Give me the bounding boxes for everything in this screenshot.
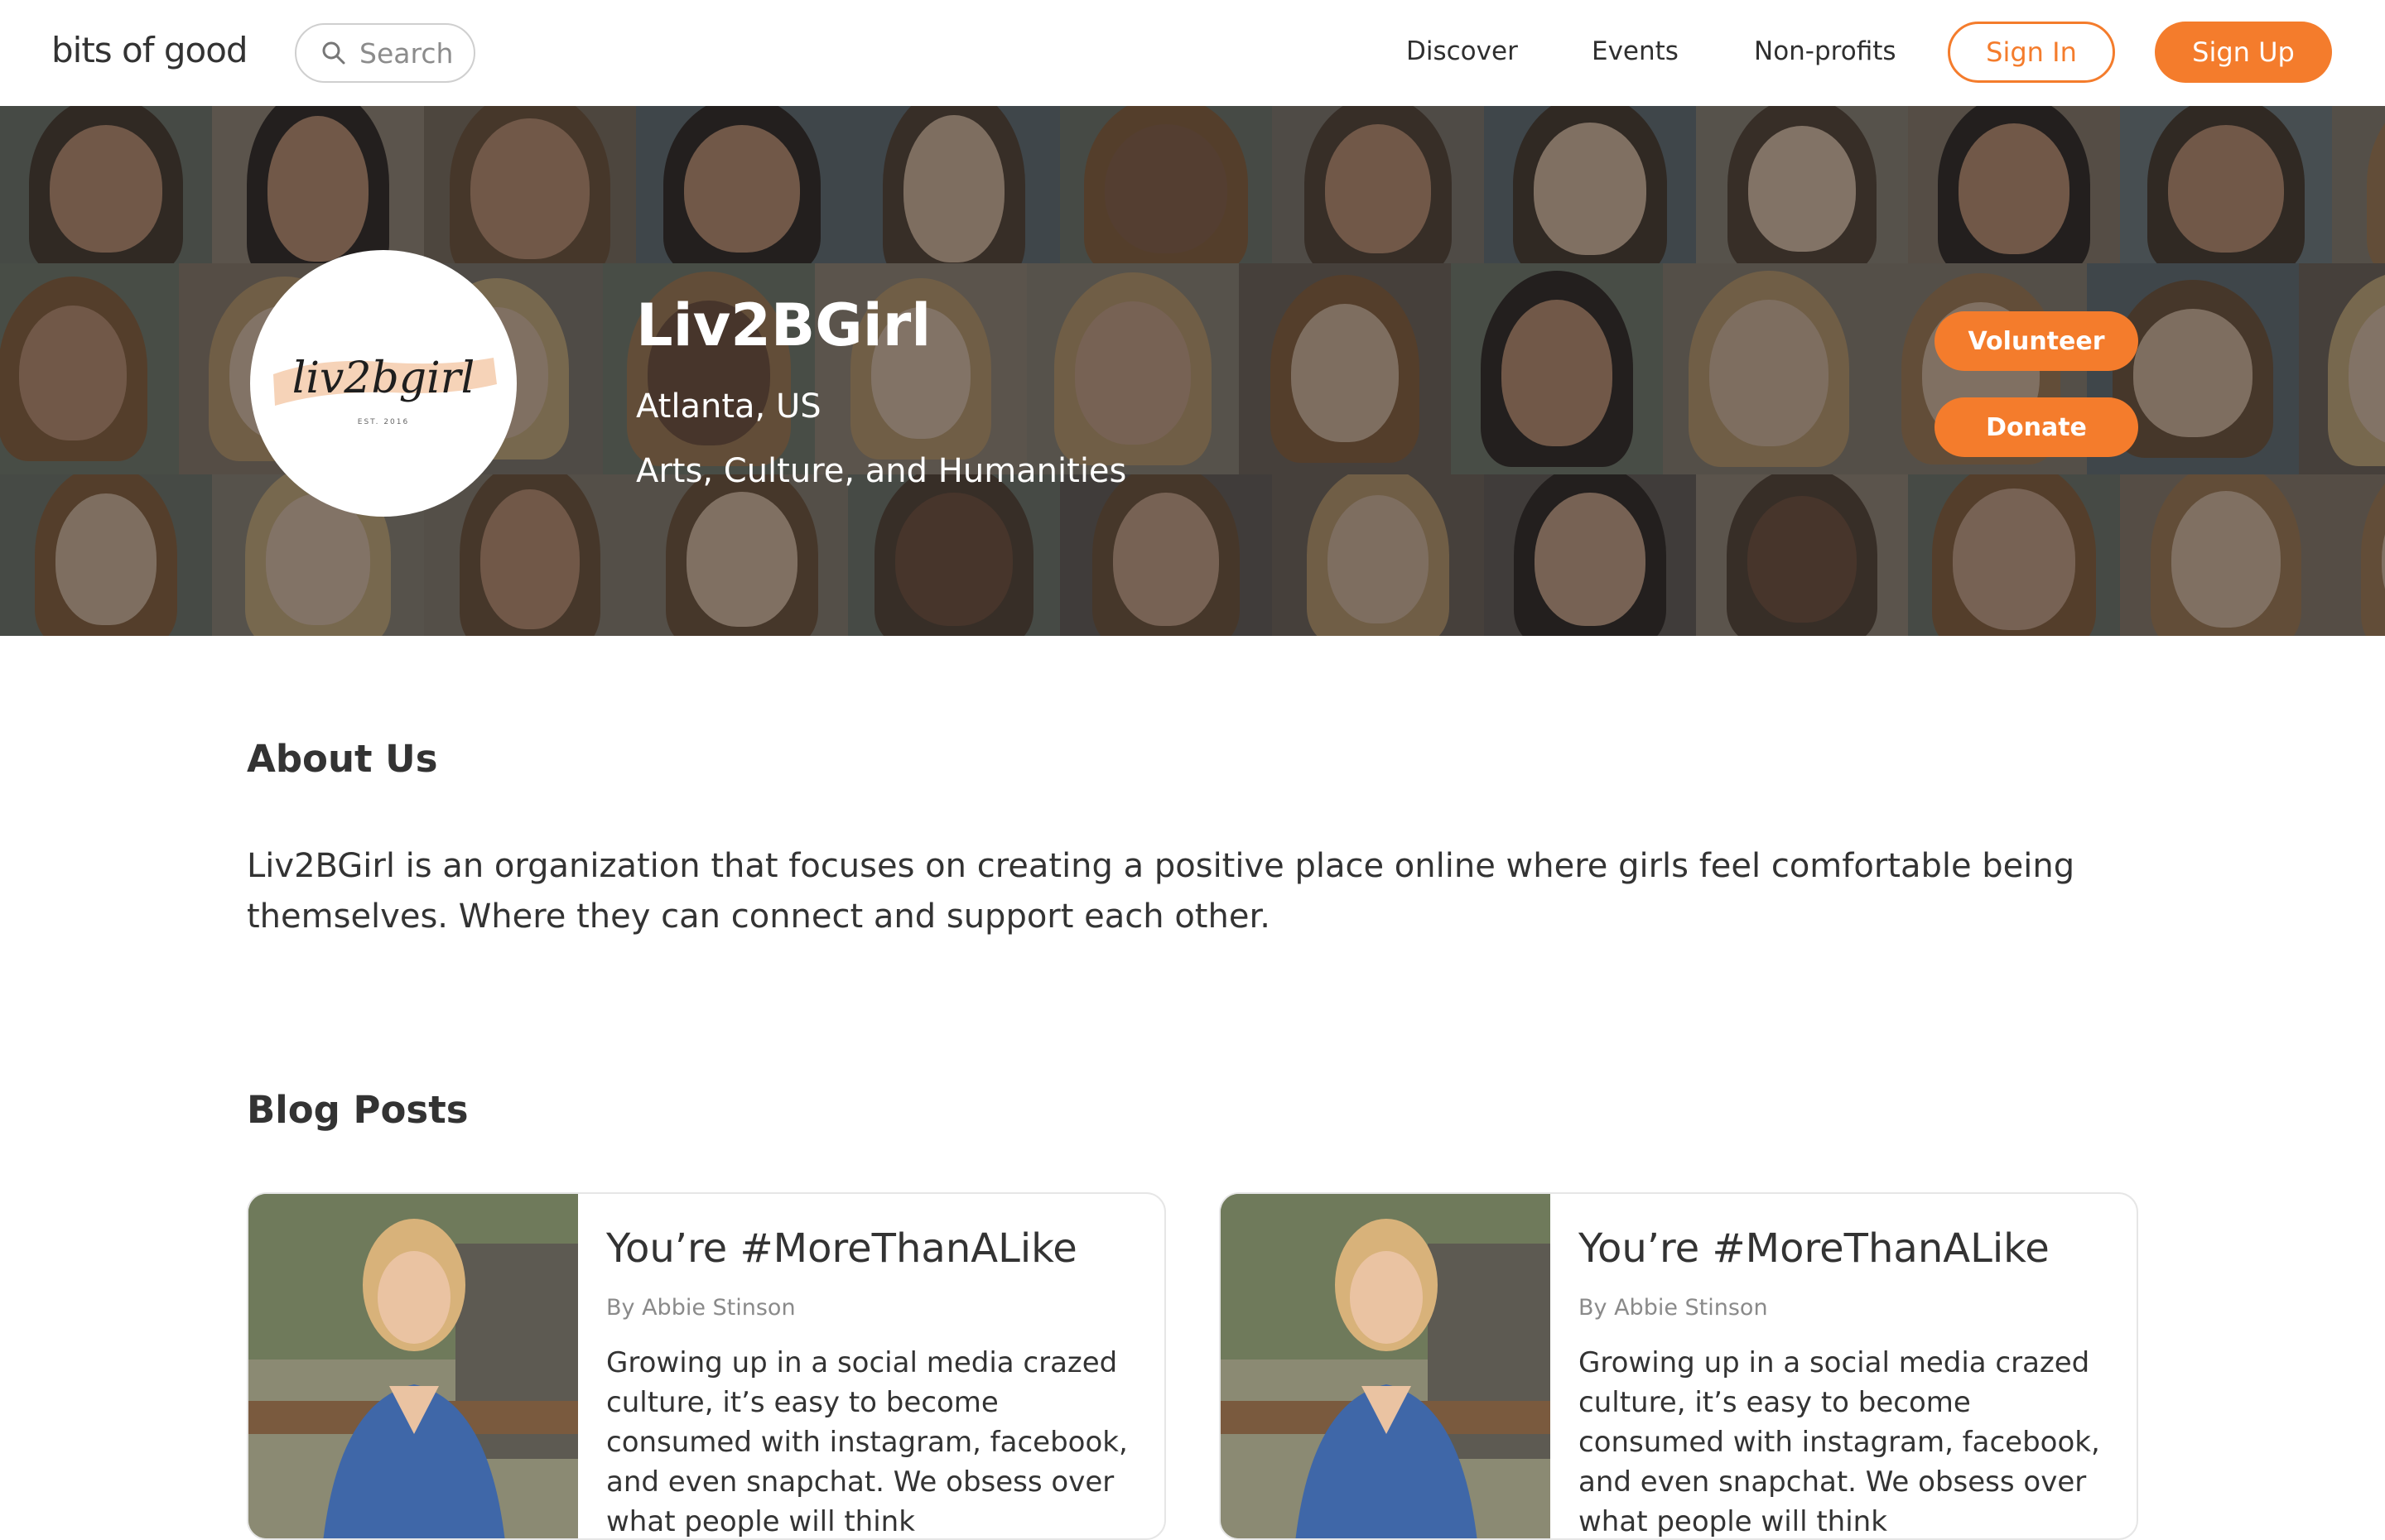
hero-banner: liv2bgirl EST. 2016 Liv2BGirl Atlanta, U… xyxy=(0,106,2385,636)
top-navbar: bits of good Discover Events Non-profits… xyxy=(0,0,2385,106)
sign-up-button[interactable]: Sign Up xyxy=(2155,22,2332,83)
org-name: Liv2BGirl xyxy=(636,291,932,359)
org-logo: liv2bgirl EST. 2016 xyxy=(273,354,497,426)
site-logo[interactable]: bits of good xyxy=(51,30,248,70)
search-box[interactable] xyxy=(295,23,475,83)
about-text: Liv2BGirl is an organization that focuse… xyxy=(247,847,2075,936)
blog-post-title[interactable]: You’re #MoreThanALike xyxy=(606,1225,1077,1272)
blog-heading: Blog Posts xyxy=(247,1088,469,1132)
org-location: Atlanta, US xyxy=(636,387,822,426)
about-heading: About Us xyxy=(247,737,438,781)
org-category: Arts, Culture, and Humanities xyxy=(636,452,1127,490)
blog-post-card[interactable]: You’re #MoreThanALike By Abbie Stinson G… xyxy=(1219,1192,2138,1540)
sign-in-button[interactable]: Sign In xyxy=(1948,22,2115,83)
org-avatar: liv2bgirl EST. 2016 xyxy=(250,250,517,517)
blog-post-author: By Abbie Stinson xyxy=(1578,1295,1768,1321)
blog-post-author: By Abbie Stinson xyxy=(606,1295,796,1321)
search-input[interactable] xyxy=(358,36,460,70)
nav-non-profits[interactable]: Non-profits xyxy=(1754,36,1896,66)
donate-button[interactable]: Donate xyxy=(1934,397,2138,457)
nav-events[interactable]: Events xyxy=(1592,36,1679,66)
search-icon xyxy=(322,41,345,65)
blog-post-excerpt: Growing up in a social media crazed cult… xyxy=(1578,1346,2100,1538)
volunteer-button[interactable]: Volunteer xyxy=(1934,311,2138,371)
blog-post-image xyxy=(248,1194,578,1538)
nav-discover[interactable]: Discover xyxy=(1406,36,1518,66)
org-logo-subtext: EST. 2016 xyxy=(358,418,409,426)
blog-post-excerpt: Growing up in a social media crazed cult… xyxy=(606,1346,1128,1538)
blog-post-image xyxy=(1221,1194,1550,1538)
blog-post-title[interactable]: You’re #MoreThanALike xyxy=(1578,1225,2050,1272)
blog-post-card[interactable]: You’re #MoreThanALike By Abbie Stinson G… xyxy=(247,1192,1166,1540)
org-logo-text: liv2bgirl xyxy=(292,354,475,403)
